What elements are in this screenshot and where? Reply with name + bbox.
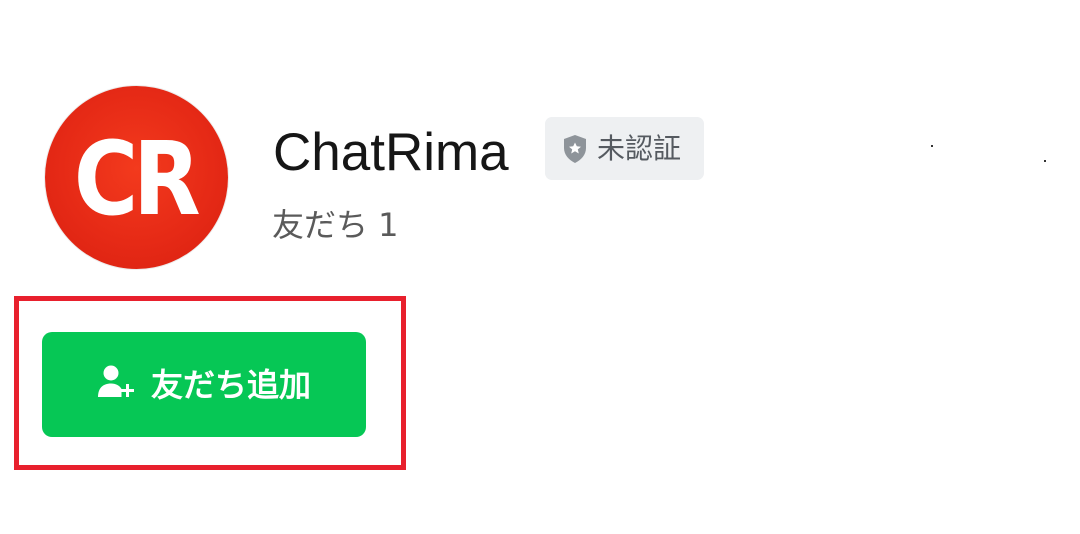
friends-count: 友だち 1 bbox=[272, 206, 399, 244]
person-add-icon bbox=[97, 365, 134, 397]
stray-dot bbox=[1044, 160, 1046, 162]
account-profile-page: CR ChatRima 未認証 友だち 1 友だち追加 bbox=[0, 0, 1080, 534]
add-friend-button[interactable]: 友だち追加 bbox=[42, 332, 366, 437]
verification-status-text: 未認証 bbox=[597, 131, 682, 165]
avatar-initials: CR bbox=[73, 119, 201, 239]
shield-star-icon bbox=[564, 134, 586, 163]
stray-dot bbox=[931, 145, 933, 147]
verification-badge: 未認証 bbox=[545, 117, 704, 180]
account-name: ChatRima bbox=[273, 123, 509, 182]
add-friend-label: 友だち追加 bbox=[150, 365, 311, 404]
avatar: CR bbox=[45, 86, 228, 269]
